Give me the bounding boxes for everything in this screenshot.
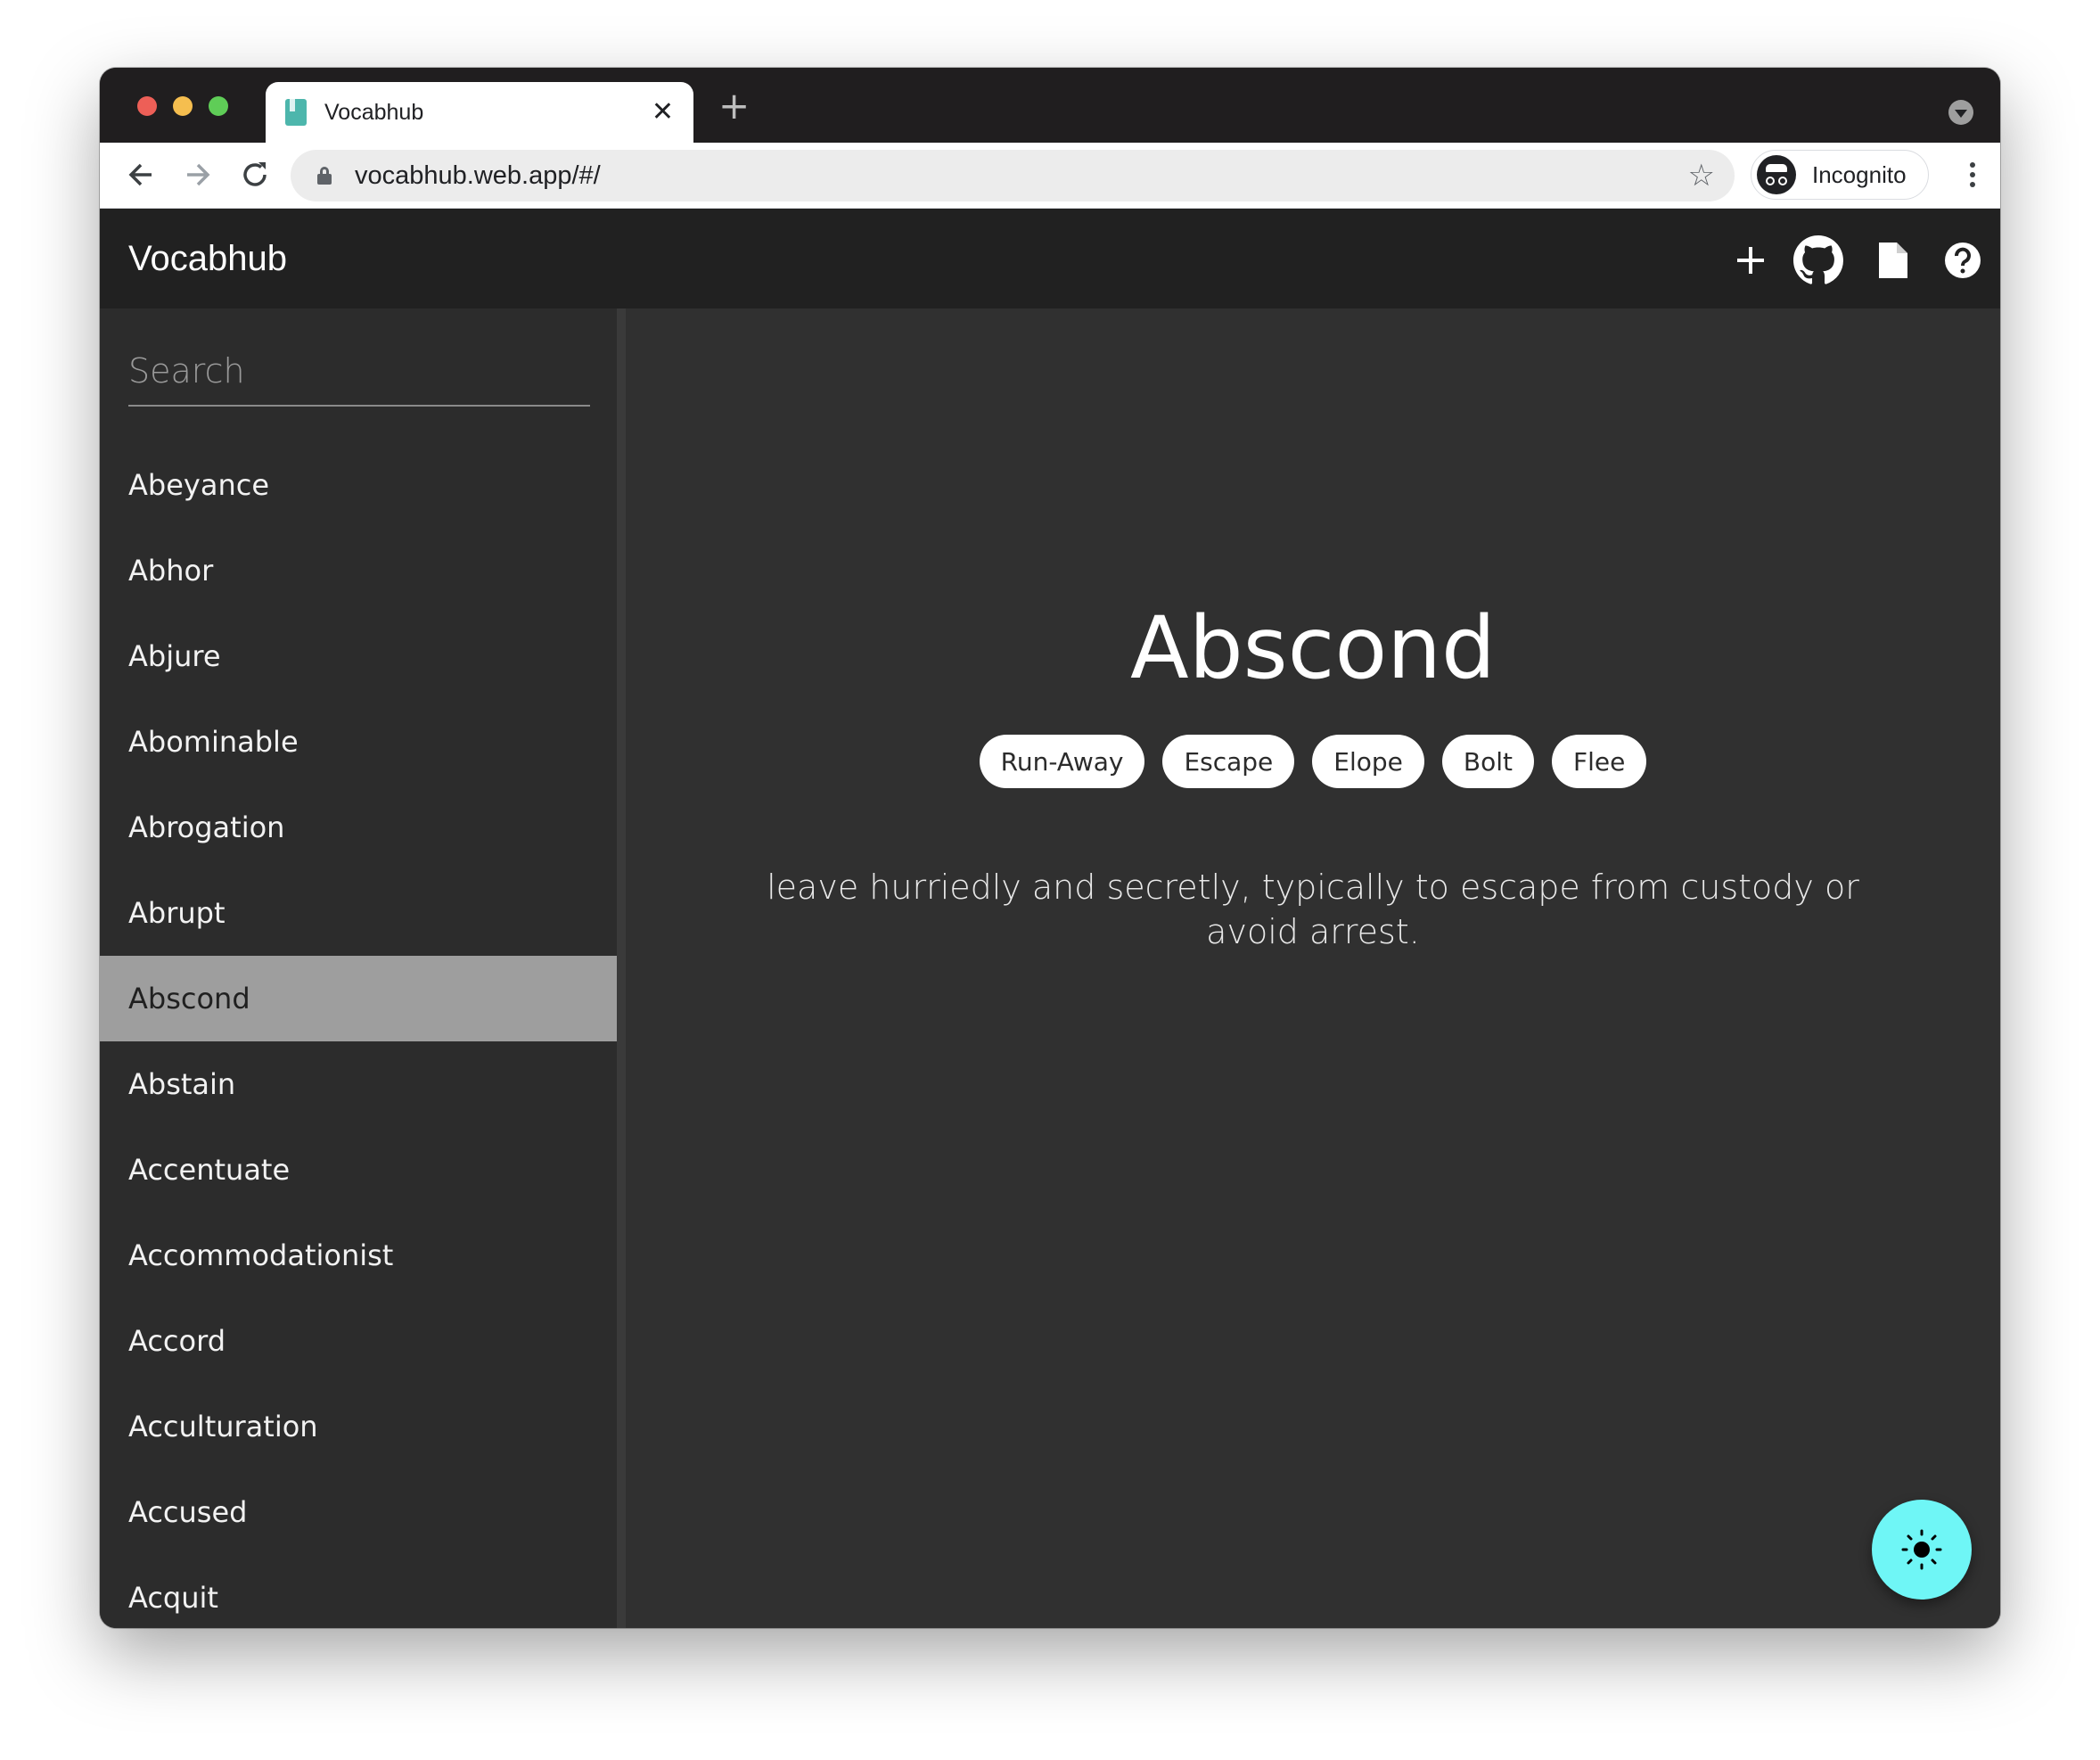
browser-tab-active[interactable]: Vocabhub ✕: [266, 82, 693, 143]
search-field: [128, 344, 590, 407]
lock-icon[interactable]: [317, 167, 332, 185]
app-header: Vocabhub: [100, 209, 2000, 308]
forward-arrow-icon[interactable]: [182, 157, 214, 201]
synonym-chip[interactable]: Escape: [1162, 735, 1295, 788]
word-list-item[interactable]: Abhor: [100, 528, 617, 613]
word-definition: leave hurriedly and secretly, typically …: [767, 868, 1859, 951]
tab-title: Vocabhub: [324, 99, 424, 125]
bookmark-star-icon[interactable]: ☆: [1688, 158, 1715, 193]
maximize-window-button[interactable]: [209, 96, 228, 116]
incognito-icon: [1757, 155, 1796, 194]
add-icon[interactable]: [1731, 241, 1770, 280]
address-bar[interactable]: vocabhub.web.app/#/ ☆: [291, 150, 1735, 201]
minimize-window-button[interactable]: [173, 96, 193, 116]
url-text[interactable]: vocabhub.web.app/#/: [355, 161, 1688, 191]
back-arrow-icon[interactable]: [125, 157, 157, 201]
word-list-item[interactable]: Abrogation: [100, 785, 617, 870]
word-list: Abeyance Abhor Abjure Abominable Abrogation A…: [100, 442, 617, 1628]
word-list-item[interactable]: Abscond: [100, 956, 617, 1041]
kebab-menu-icon[interactable]: [1970, 162, 1975, 187]
synonym-chip[interactable]: Flee: [1552, 735, 1647, 788]
app-title[interactable]: Vocabhub: [128, 239, 287, 279]
browser-toolbar: vocabhub.web.app/#/ ☆ Incognito: [100, 143, 2000, 209]
word-list-item[interactable]: Acquit: [100, 1555, 617, 1628]
word-detail-panel: Abscond Run-Away Escape Elope Bolt Flee leav…: [626, 308, 2000, 1628]
word-list-item[interactable]: Acculturation: [100, 1384, 617, 1469]
book-icon: [285, 99, 307, 126]
reload-icon[interactable]: [239, 157, 271, 201]
tab-strip: Vocabhub ✕ +: [100, 68, 2000, 143]
word-list-item[interactable]: Abjure: [100, 613, 617, 699]
close-window-button[interactable]: [137, 96, 157, 116]
tab-close-icon[interactable]: ✕: [652, 99, 674, 126]
synonym-chips: Run-Away Escape Elope Bolt Flee: [626, 735, 2000, 788]
word-list-item[interactable]: Accentuate: [100, 1127, 617, 1213]
word-list-item[interactable]: Accommodationist: [100, 1213, 617, 1298]
incognito-label: Incognito: [1812, 160, 1907, 188]
sidebar-resize-divider[interactable]: [617, 308, 626, 1628]
incognito-profile-button[interactable]: Incognito: [1751, 150, 1929, 200]
word-title: Abscond: [1130, 598, 1496, 698]
synonym-chip[interactable]: Run-Away: [979, 735, 1145, 788]
help-icon[interactable]: [1943, 241, 1982, 280]
word-list-item[interactable]: Accord: [100, 1298, 617, 1384]
word-list-item[interactable]: Abominable: [100, 699, 617, 785]
word-sidebar: AbeyanceAbhorAbjureAbominableAbrogationA…: [100, 308, 617, 1628]
document-icon[interactable]: [1874, 241, 1913, 280]
theme-toggle-button[interactable]: [1872, 1500, 1972, 1600]
word-list-item[interactable]: Accused: [100, 1469, 617, 1555]
github-icon[interactable]: [1793, 235, 1843, 285]
synonym-chip[interactable]: Elope: [1312, 735, 1424, 788]
word-list-item[interactable]: Abrupt: [100, 870, 617, 956]
search-input[interactable]: [128, 344, 590, 398]
word-list-item[interactable]: Abeyance: [100, 442, 617, 528]
word-list-item[interactable]: Abstain: [100, 1041, 617, 1127]
tab-search-icon[interactable]: [1948, 100, 1973, 125]
sun-icon: [1901, 1529, 1942, 1570]
synonym-chip[interactable]: Bolt: [1441, 735, 1535, 788]
browser-window: Vocabhub ✕ + vocabhub.web.app/#/ ☆ Incog…: [100, 68, 2000, 1628]
new-tab-button[interactable]: +: [718, 87, 750, 125]
